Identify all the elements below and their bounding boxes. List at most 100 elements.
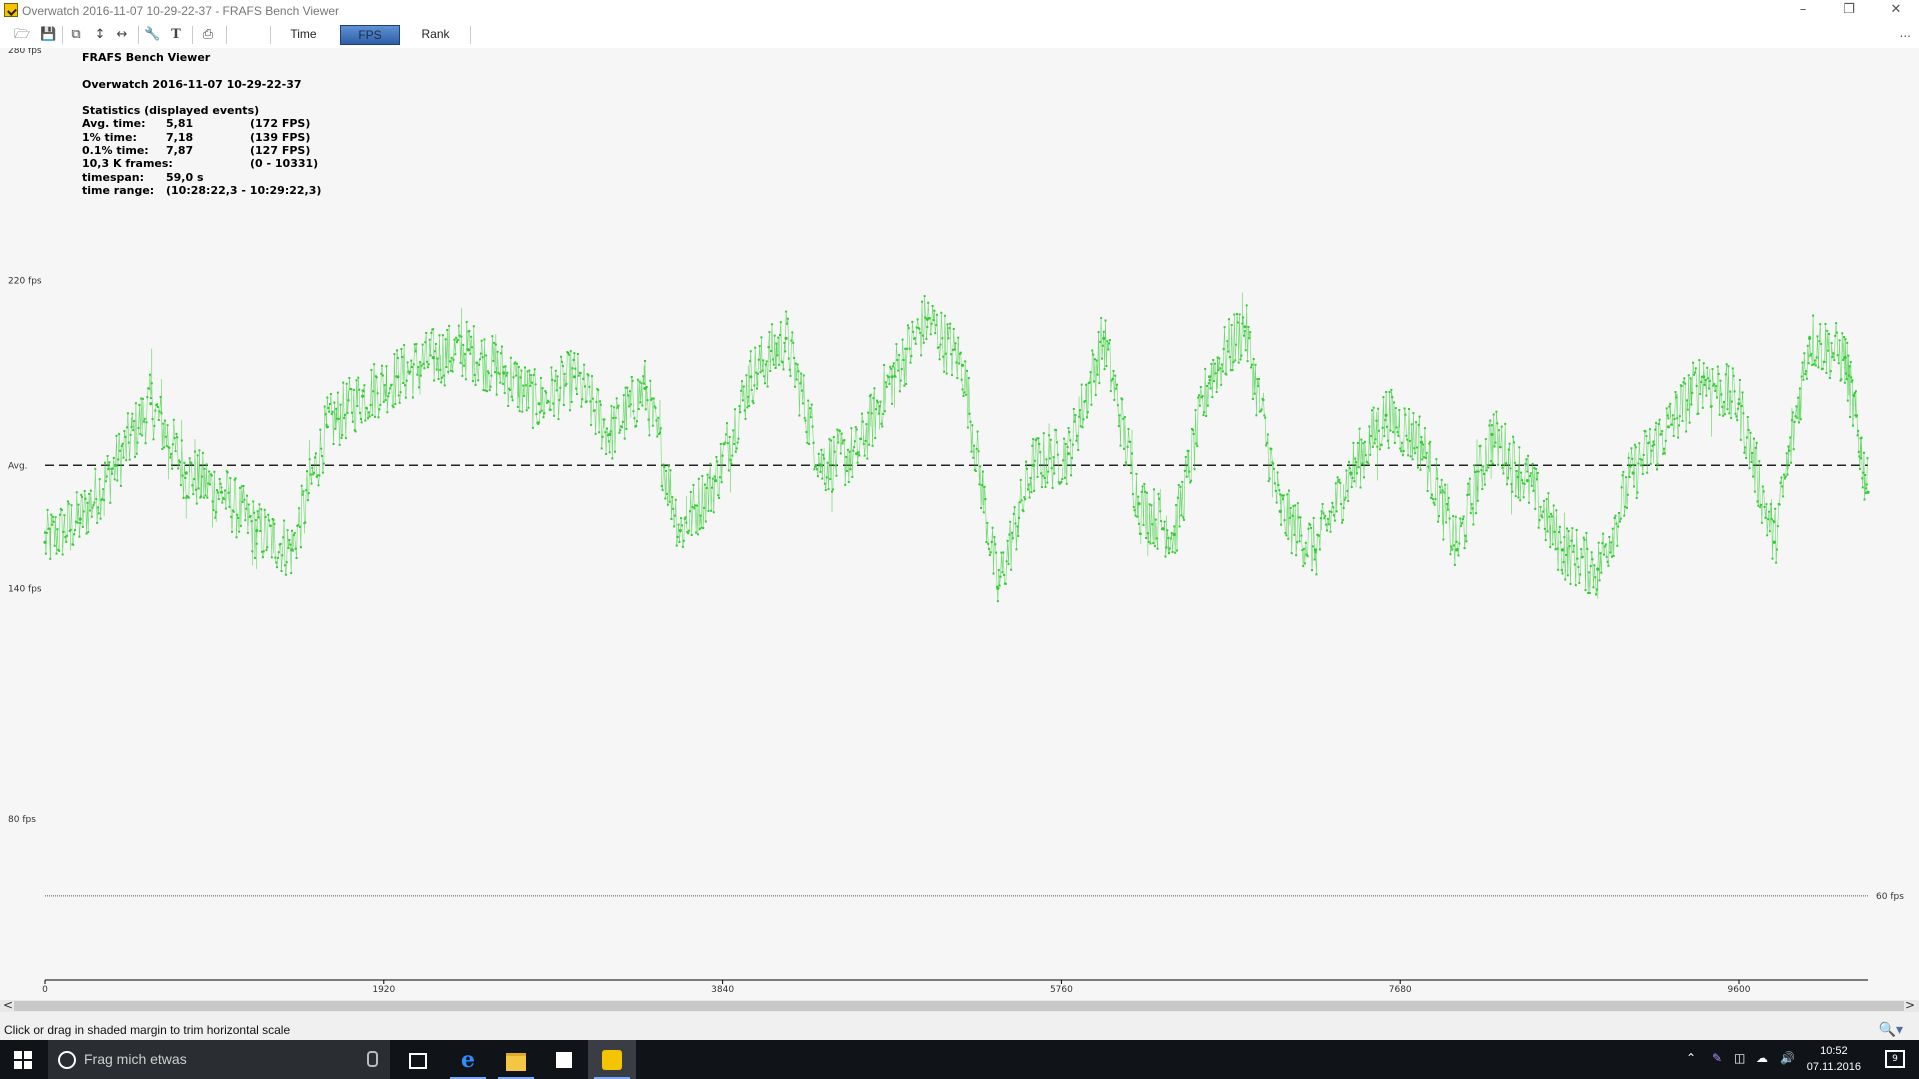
scrollbar-thumb[interactable] <box>14 1001 1904 1011</box>
data-point <box>741 399 744 402</box>
data-point <box>696 533 699 536</box>
wrench-icon[interactable]: 🔧 <box>144 27 160 43</box>
data-point <box>576 353 579 355</box>
data-point-anchor <box>678 529 682 533</box>
task-view-button[interactable] <box>392 1040 440 1079</box>
data-point <box>1350 486 1353 488</box>
data-point <box>1049 438 1052 441</box>
close-button[interactable]: ✕ <box>1874 0 1918 22</box>
tab-time[interactable]: Time <box>276 25 331 45</box>
data-point <box>1111 378 1114 380</box>
data-point <box>1736 419 1739 422</box>
data-point <box>258 503 261 506</box>
taskbar-search-box[interactable]: Frag mich etwas <box>48 1040 390 1079</box>
horizontal-scrollbar[interactable]: < > <box>0 998 1919 1012</box>
data-point <box>1297 516 1300 519</box>
data-point <box>1735 415 1738 418</box>
data-point <box>409 370 412 373</box>
toolbar: 🗁 💾 ⧉ ↕ ↔ 🔧 T ⎙ Time FPS Rank ... <box>0 22 1919 48</box>
data-point <box>1241 322 1244 325</box>
data-point <box>1133 509 1136 512</box>
data-point <box>123 430 126 433</box>
data-point-anchor <box>1490 432 1494 437</box>
taskbar-edge[interactable]: e <box>444 1040 492 1079</box>
data-point <box>1515 470 1518 472</box>
tab-fps[interactable]: FPS <box>340 25 400 45</box>
scroll-right-icon[interactable]: > <box>1905 998 1915 1012</box>
taskbar-store[interactable] <box>540 1040 588 1079</box>
network-icon[interactable]: ◫ <box>1734 1051 1745 1065</box>
save-icon[interactable]: 💾 <box>40 27 56 43</box>
restore-button[interactable]: ❐ <box>1827 0 1871 22</box>
data-point <box>196 454 199 457</box>
data-point <box>121 442 124 445</box>
data-point <box>137 427 140 430</box>
data-point <box>681 524 683 527</box>
taskbar-frafs[interactable] <box>588 1040 636 1079</box>
data-point <box>1311 545 1314 548</box>
volume-icon[interactable]: 🔊 <box>1780 1051 1795 1065</box>
fit-vertical-icon[interactable]: ↕ <box>92 27 108 43</box>
notification-center-icon[interactable]: 9 <box>1885 1050 1905 1068</box>
data-point <box>547 400 550 403</box>
data-point <box>642 375 645 378</box>
data-point <box>701 475 704 477</box>
data-point <box>310 482 313 485</box>
data-point <box>1195 442 1198 445</box>
data-point <box>268 519 271 522</box>
data-point <box>1185 475 1188 478</box>
minimize-button[interactable]: – <box>1781 0 1825 22</box>
data-point <box>1173 525 1176 528</box>
scroll-left-icon[interactable]: < <box>3 998 13 1012</box>
data-point <box>1074 414 1077 417</box>
data-point <box>641 404 644 407</box>
data-point <box>576 393 578 395</box>
system-clock[interactable]: 10:52 07.11.2016 <box>1807 1043 1861 1075</box>
data-point <box>584 385 586 388</box>
data-point <box>1266 442 1268 445</box>
data-point <box>1582 536 1585 539</box>
data-point <box>143 417 146 420</box>
data-point <box>813 468 816 471</box>
data-point <box>481 356 484 359</box>
zoom-icon[interactable]: 🔍▾ <box>1879 1022 1903 1038</box>
data-point <box>1619 517 1622 520</box>
data-point <box>1499 446 1502 449</box>
data-point <box>906 324 909 327</box>
data-point <box>288 539 291 541</box>
copy-icon[interactable]: ⧉ <box>68 27 84 43</box>
microphone-icon[interactable] <box>367 1051 378 1067</box>
data-point <box>1519 499 1522 502</box>
data-point <box>1521 482 1524 485</box>
tab-rank[interactable]: Rank <box>408 25 463 45</box>
pen-icon[interactable]: ✎ <box>1712 1051 1722 1065</box>
open-folder-icon[interactable]: 🗁 <box>14 27 30 43</box>
data-point <box>1009 520 1012 523</box>
data-point <box>386 411 389 414</box>
taskbar-explorer[interactable] <box>492 1040 540 1079</box>
data-point <box>1258 378 1260 380</box>
data-point <box>1255 414 1258 417</box>
print-icon[interactable]: ⎙ <box>200 27 216 43</box>
data-point <box>378 408 381 411</box>
data-point <box>582 377 585 380</box>
data-point <box>1033 459 1036 462</box>
data-point <box>1775 561 1778 564</box>
windows-start-icon[interactable] <box>14 1051 32 1069</box>
data-point <box>559 386 562 389</box>
toolbar-overflow[interactable]: ... <box>1900 26 1911 40</box>
data-point <box>756 387 758 390</box>
data-point <box>622 394 625 397</box>
data-point-anchor <box>1866 490 1870 494</box>
data-point <box>947 337 950 340</box>
data-point <box>396 357 399 360</box>
data-point <box>1487 466 1490 469</box>
onedrive-icon[interactable]: ☁ <box>1756 1051 1768 1065</box>
text-icon[interactable]: T <box>168 27 184 43</box>
data-point <box>1104 319 1107 322</box>
fit-horizontal-icon[interactable]: ↔ <box>114 27 130 43</box>
data-point <box>1775 548 1778 551</box>
show-hidden-icons-icon[interactable]: ⌃ <box>1686 1051 1696 1065</box>
data-point <box>977 450 980 453</box>
data-point <box>1729 390 1732 393</box>
